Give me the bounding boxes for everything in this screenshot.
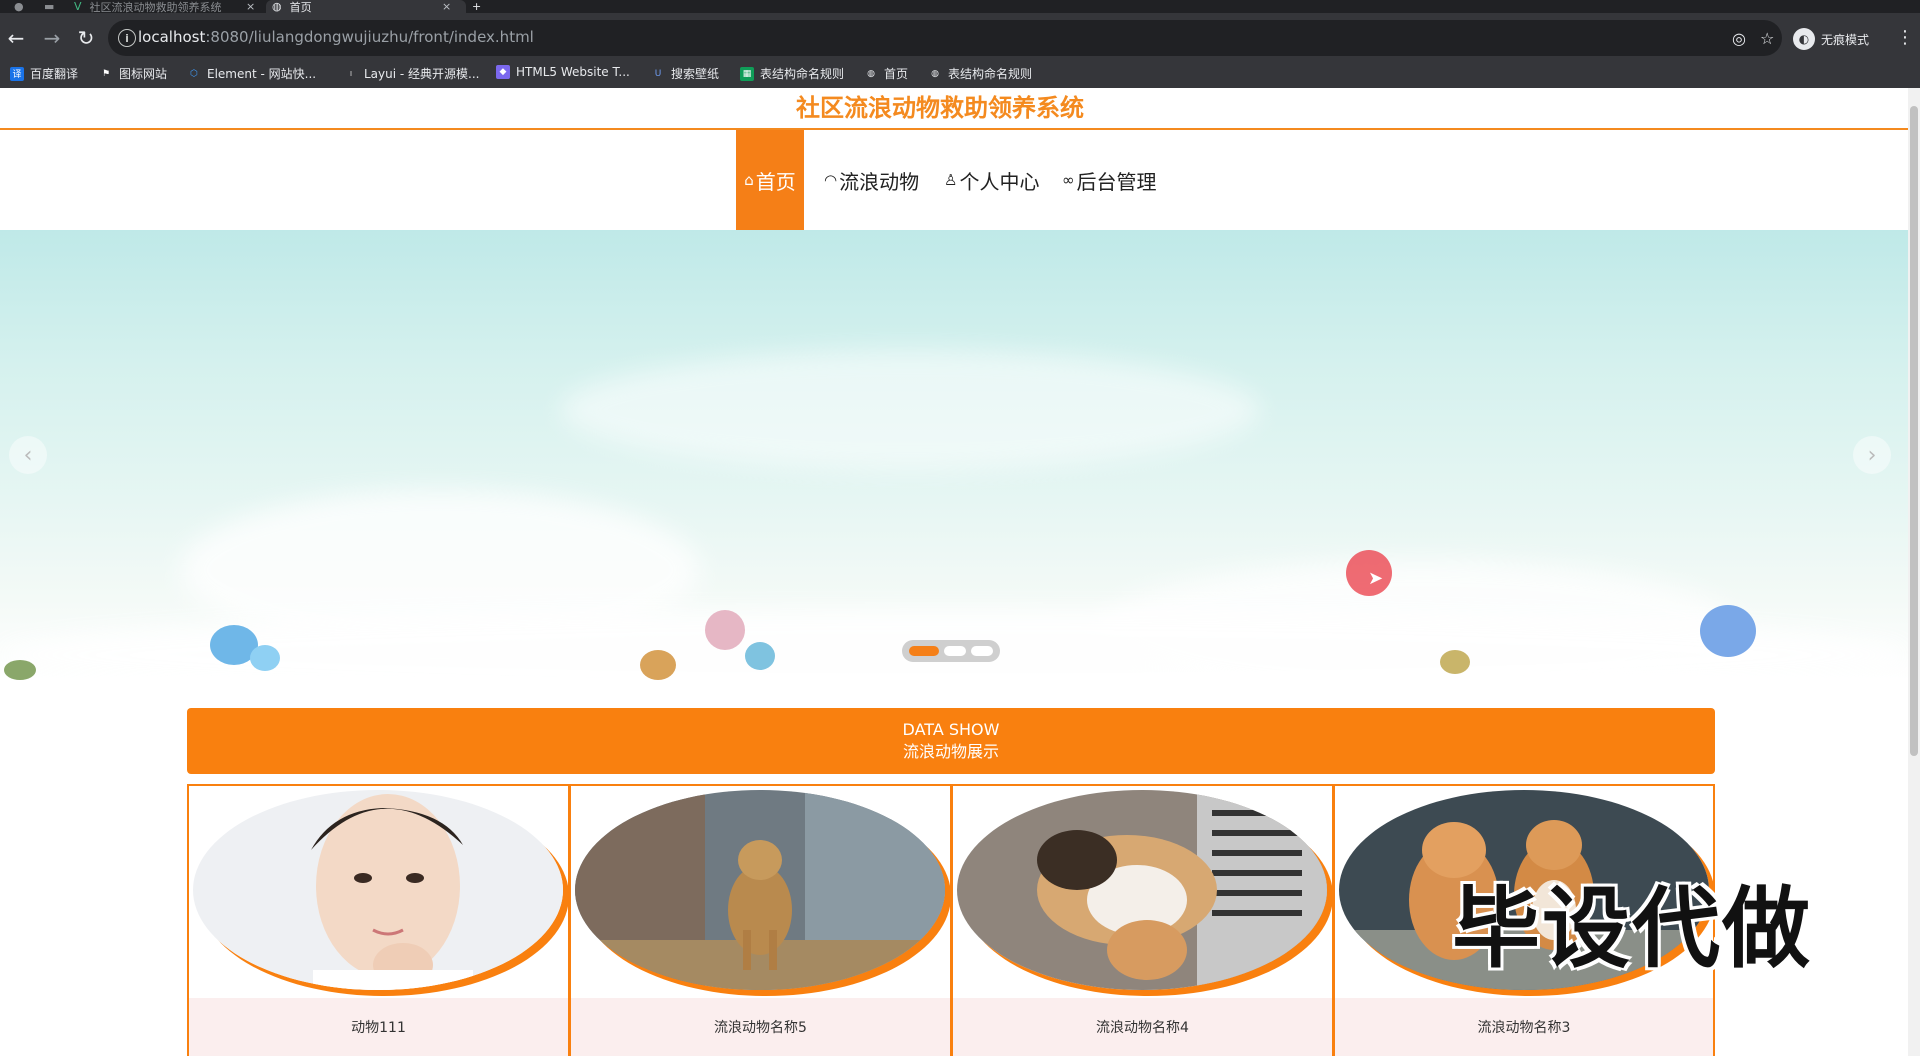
watermark-text: 毕设代做 <box>1452 877 1813 980</box>
vue-icon: V <box>74 0 82 13</box>
nav-admin[interactable]: ∞ 后台管理 <box>1062 130 1157 230</box>
url-text[interactable]: localhost:8080/liulangdongwujiuzhu/front… <box>138 28 534 46</box>
page-scrollbar[interactable] <box>1908 88 1920 1056</box>
carousel-next-button[interactable]: › <box>1853 436 1891 474</box>
cloud-shape <box>560 350 1260 470</box>
section-header: DATA SHOW 流浪动物展示 <box>187 708 1715 774</box>
browser-toolbar: ← → ↻ i localhost:8080/liulangdongwujiuz… <box>0 13 1920 63</box>
nav-stray-animals[interactable]: ◠ 流浪动物 <box>824 130 919 230</box>
site-info-icon[interactable]: i <box>118 29 136 47</box>
bookmark-element[interactable]: ⬡ Element - 网站快... <box>187 65 316 82</box>
star-icon[interactable]: ☆ <box>1760 29 1774 48</box>
animal-card[interactable]: 流浪动物名称5 <box>569 784 951 1056</box>
flag-icon: ⚑ <box>101 68 111 79</box>
chrome-icon: ● <box>14 0 24 13</box>
flower-decoration <box>1440 650 1470 674</box>
globe-icon: ◍ <box>931 68 939 79</box>
globe-icon: ◍ <box>272 0 282 13</box>
wallpaper-icon: U <box>654 68 662 79</box>
carousel-dot[interactable] <box>971 646 993 656</box>
bookmark-naming-rules-2[interactable]: ◍ 表结构命名规则 <box>928 65 1032 82</box>
carousel-dot[interactable] <box>944 646 966 656</box>
section-title-en: DATA SHOW <box>902 720 1000 739</box>
tab-menu-icon[interactable]: ▬ <box>44 0 54 13</box>
site-title: 社区流浪动物救助领养系统 <box>796 94 1084 122</box>
address-bar[interactable]: i localhost:8080/liulangdongwujiuzhu/fro… <box>108 20 1782 56</box>
animal-name: 流浪动物名称5 <box>571 998 950 1056</box>
cursor-icon: ➤ <box>1368 568 1384 589</box>
user-icon: ♙ <box>944 171 958 189</box>
flower-decoration <box>4 660 36 680</box>
section-title-cn: 流浪动物展示 <box>902 742 999 761</box>
main-nav: ⌂ 首页 ◠ 流浪动物 ♙ 个人中心 ∞ 后台管理 <box>0 130 1908 230</box>
animal-name: 流浪动物名称3 <box>1335 998 1713 1056</box>
sheet-icon: ▦ <box>740 66 754 81</box>
nav-home[interactable]: ⌂ 首页 <box>736 130 804 230</box>
incognito-icon: ◐ <box>1793 28 1815 50</box>
animal-name: 流浪动物名称4 <box>953 998 1332 1056</box>
flower-decoration <box>745 642 775 670</box>
tab-home[interactable]: ◍ 首页 × <box>272 0 462 14</box>
animal-card[interactable]: 流浪动物名称4 <box>951 784 1333 1056</box>
flower-decoration <box>1700 605 1756 657</box>
carousel-prev-button[interactable]: ‹ <box>9 436 47 474</box>
close-icon[interactable]: × <box>246 0 255 13</box>
dog-drain-photo[interactable] <box>957 790 1327 990</box>
dog-photo[interactable] <box>575 790 945 990</box>
translate-icon: 译 <box>10 66 24 81</box>
scrollbar-thumb[interactable] <box>1910 106 1918 756</box>
new-tab-button[interactable]: + <box>472 0 481 13</box>
carousel-indicators <box>902 640 1000 662</box>
home-icon: ⌂ <box>744 171 754 189</box>
element-icon: ⬡ <box>190 68 198 79</box>
bookmarks-bar: 译百度翻译 ⚑ 图标网站 ⬡ Element - 网站快... ı Layui - 经… <box>0 58 1920 88</box>
nav-personal-center[interactable]: ♙ 个人中心 <box>944 130 1039 230</box>
reload-icon[interactable]: ↻ <box>74 26 98 50</box>
layui-icon: ı <box>349 68 353 79</box>
flower-decoration <box>705 610 745 650</box>
carousel-dot[interactable] <box>909 646 939 656</box>
html5-icon: ◆ <box>496 65 510 79</box>
more-icon[interactable]: ⋮ <box>1896 27 1914 48</box>
browser-tabstrip: ● ▬ V 社区流浪动物救助领养系统 × ◍ 首页 × + <box>0 0 1920 14</box>
bookmark-icon-site[interactable]: ⚑ 图标网站 <box>99 65 167 82</box>
animal-name: 动物111 <box>189 998 568 1056</box>
gauge-icon: ◠ <box>824 171 838 189</box>
tab-system[interactable]: V 社区流浪动物救助领养系统 × <box>74 0 264 14</box>
animal-card[interactable]: 动物111 <box>187 784 569 1056</box>
close-icon[interactable]: × <box>442 0 451 13</box>
eye-off-icon[interactable]: ◎ <box>1732 29 1746 48</box>
back-icon[interactable]: ← <box>4 26 28 50</box>
hero-carousel[interactable]: ‹ › ➤ <box>0 230 1908 680</box>
flower-decoration <box>640 650 676 680</box>
bookmark-home[interactable]: ◍ 首页 <box>864 65 908 82</box>
bookmark-wallpaper[interactable]: U 搜索壁纸 <box>651 65 719 82</box>
bookmark-naming-rules[interactable]: ▦ 表结构命名规则 <box>740 65 844 82</box>
globe-icon: ◍ <box>867 68 875 79</box>
bookmark-layui[interactable]: ı Layui - 经典开源模... <box>344 65 480 82</box>
web-page: 社区流浪动物救助领养系统 ⌂ 首页 ◠ 流浪动物 ♙ 个人中心 ∞ 后台管理 ‹… <box>0 88 1908 1056</box>
bookmark-html5[interactable]: ◆ HTML5 Website T... <box>496 65 630 79</box>
portrait-photo[interactable] <box>193 790 563 990</box>
link-icon: ∞ <box>1062 171 1075 189</box>
bookmark-baidu-translate[interactable]: 译百度翻译 <box>10 65 78 82</box>
forward-icon[interactable]: → <box>40 26 64 50</box>
incognito-profile[interactable]: ◐ 无痕模式 <box>1793 26 1869 52</box>
flower-decoration <box>250 645 280 671</box>
